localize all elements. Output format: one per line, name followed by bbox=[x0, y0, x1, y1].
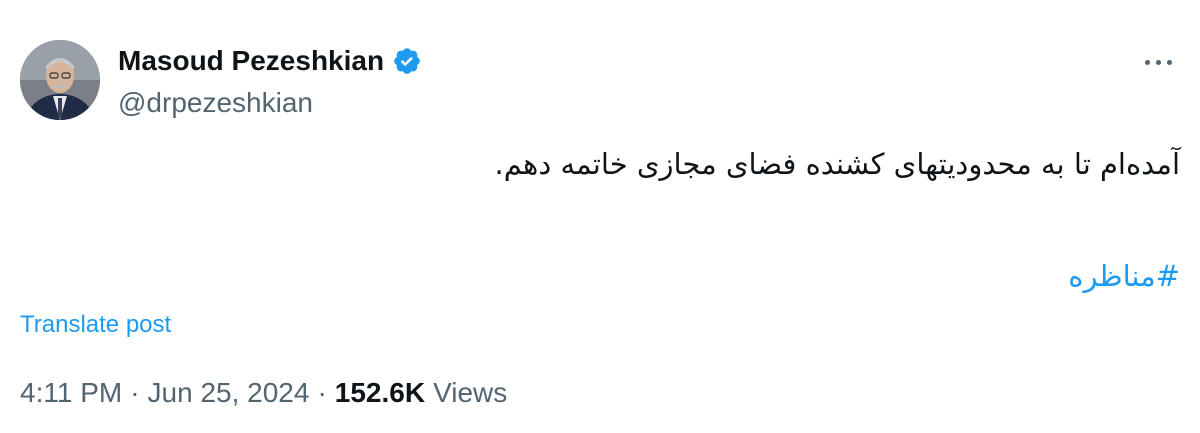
hashtag-link[interactable]: #مناظره bbox=[1068, 258, 1180, 294]
tweet-text: آمده‌ام تا به محدودیتهای کشنده فضای مجاز… bbox=[494, 147, 1180, 181]
tweet-card: Masoud Pezeshkian @drpezeshkian آمده‌ام … bbox=[0, 0, 1200, 433]
separator: · bbox=[317, 377, 327, 408]
more-horizontal-icon bbox=[1155, 59, 1161, 65]
avatar[interactable] bbox=[20, 40, 100, 120]
author-display-name[interactable]: Masoud Pezeshkian bbox=[118, 44, 384, 78]
views-count[interactable]: 152.6K bbox=[335, 376, 425, 410]
verified-badge-icon[interactable] bbox=[392, 46, 422, 76]
tweet-meta: 4:11 PM · Jun 25, 2024 · 152.6K Views bbox=[20, 376, 507, 410]
translate-post-link[interactable]: Translate post bbox=[20, 310, 171, 340]
views-label[interactable]: Views bbox=[433, 376, 507, 410]
separator: · bbox=[130, 377, 140, 408]
author-handle[interactable]: @drpezeshkian bbox=[118, 86, 313, 120]
more-horizontal-icon bbox=[1144, 59, 1150, 65]
tweet-time[interactable]: 4:11 PM bbox=[20, 376, 122, 410]
more-horizontal-icon bbox=[1166, 59, 1172, 65]
avatar-image bbox=[20, 40, 100, 120]
tweet-date[interactable]: Jun 25, 2024 bbox=[148, 376, 310, 410]
author-name-row: Masoud Pezeshkian bbox=[118, 44, 422, 78]
more-options-button[interactable] bbox=[1136, 48, 1180, 76]
